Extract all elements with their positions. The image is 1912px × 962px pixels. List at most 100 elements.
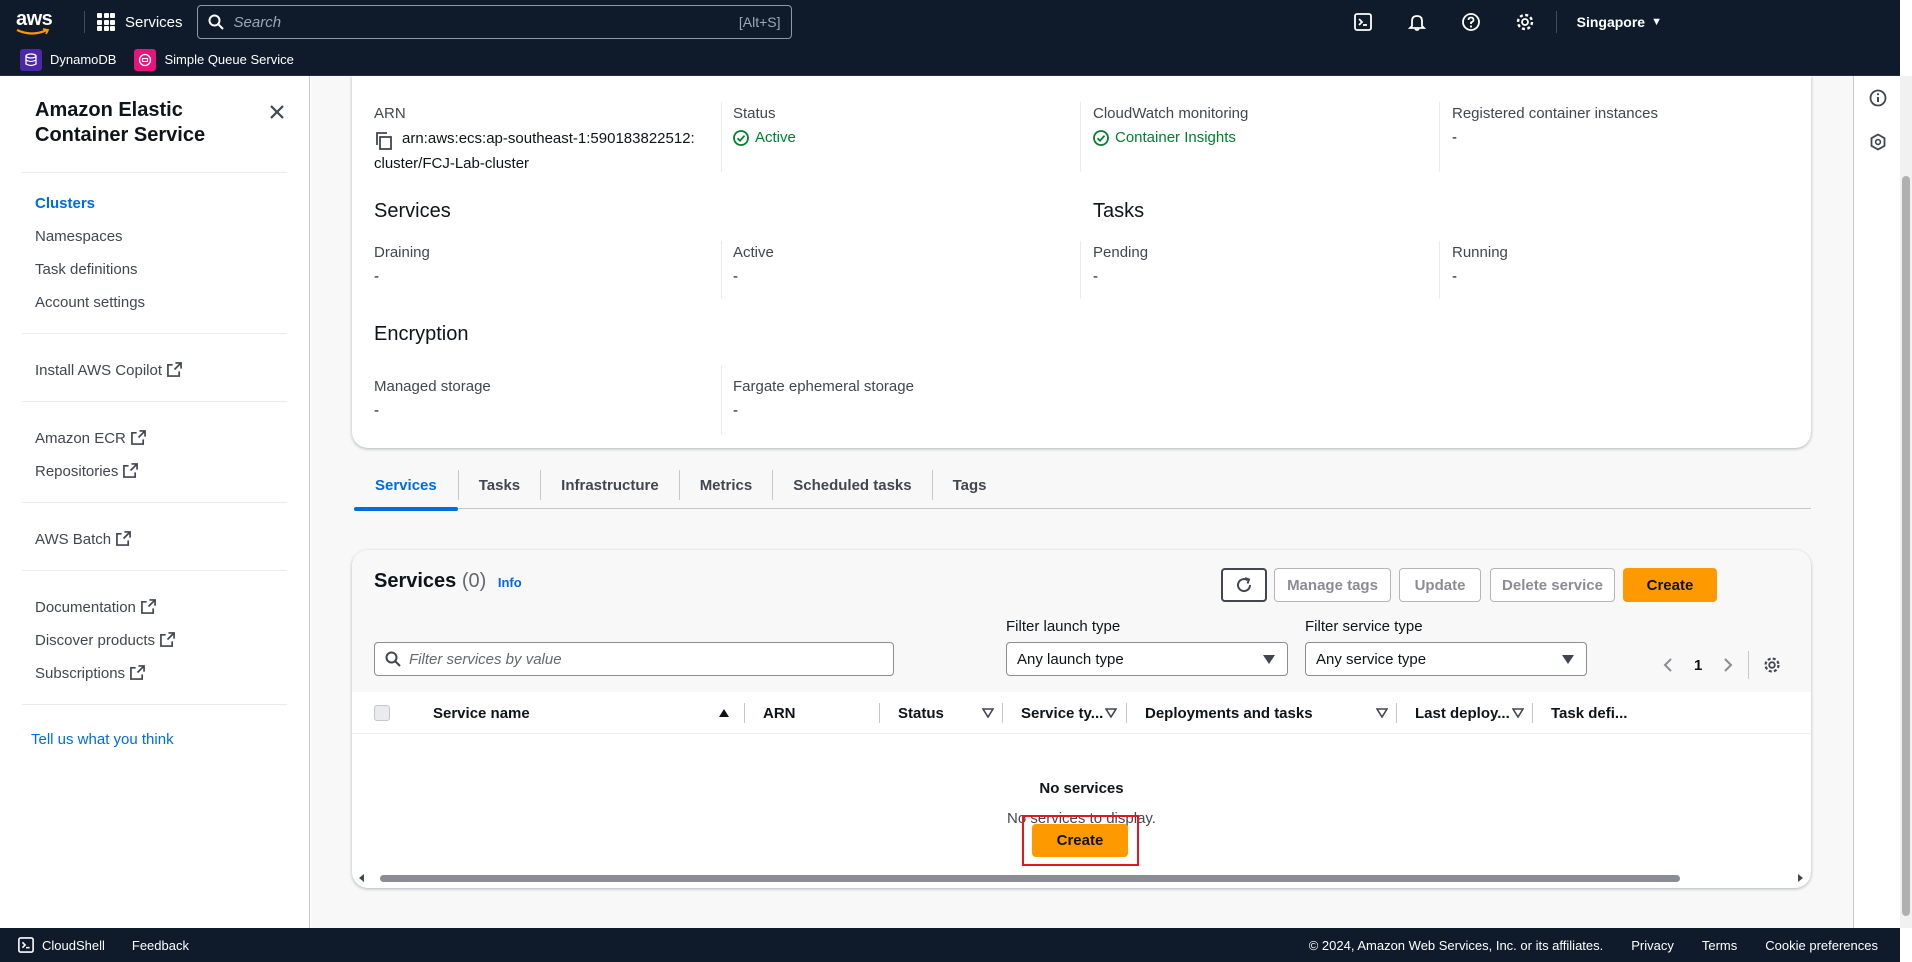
footer-cloudshell-button[interactable]: CloudShell xyxy=(18,937,105,953)
footer-terms-link[interactable]: Terms xyxy=(1702,938,1737,953)
sidebar-link-discover-products[interactable]: Discover products xyxy=(0,624,309,657)
settings-button[interactable] xyxy=(1498,0,1552,44)
column-separator xyxy=(879,703,880,723)
sidebar-item-clusters[interactable]: Clusters xyxy=(0,187,309,220)
sidebar-item-namespaces[interactable]: Namespaces xyxy=(0,220,309,253)
sidebar-item-account-settings[interactable]: Account settings xyxy=(0,286,309,319)
scroll-right-arrow-icon[interactable] xyxy=(1796,873,1804,883)
column-header-service-name[interactable]: Service name xyxy=(433,692,530,734)
help-button[interactable] xyxy=(1444,0,1498,44)
sort-icon[interactable] xyxy=(1105,708,1117,718)
arn-label: ARN xyxy=(374,105,406,122)
service-type-value: Any service type xyxy=(1316,650,1427,668)
footer-cookie-preferences-link[interactable]: Cookie preferences xyxy=(1765,938,1878,953)
chevron-right-icon[interactable] xyxy=(1722,657,1734,673)
launch-type-select[interactable]: Any launch type xyxy=(1006,642,1288,676)
console-footer: CloudShell Feedback © 2024, Amazon Web S… xyxy=(0,928,1900,962)
sort-icon[interactable] xyxy=(1376,708,1388,718)
tasks-section-title: Tasks xyxy=(1093,200,1145,222)
tab-services[interactable]: Services xyxy=(354,461,458,511)
close-icon[interactable] xyxy=(265,100,289,124)
draining-field: Draining - xyxy=(374,244,430,285)
copyright-text: © 2024, Amazon Web Services, Inc. or its… xyxy=(1308,937,1604,953)
services-grid-icon xyxy=(97,13,115,31)
cloudshell-button[interactable] xyxy=(1336,0,1390,44)
sqs-icon xyxy=(134,48,157,71)
copy-icon[interactable] xyxy=(374,131,394,151)
pager-divider xyxy=(1748,651,1750,679)
sort-icon[interactable] xyxy=(982,708,994,718)
horizontal-scrollbar[interactable] xyxy=(358,872,1804,884)
info-panel-button[interactable] xyxy=(1854,76,1901,120)
footer-feedback-link[interactable]: Feedback xyxy=(132,938,189,953)
global-search[interactable]: [Alt+S] xyxy=(196,5,792,39)
footer-privacy-link[interactable]: Privacy xyxy=(1631,938,1674,953)
manage-tags-button[interactable]: Manage tags xyxy=(1274,568,1391,602)
column-separator xyxy=(1002,703,1003,723)
column-header-task-definition[interactable]: Task defi... xyxy=(1551,692,1627,734)
pending-value: - xyxy=(1093,268,1098,285)
column-header-arn[interactable]: ARN xyxy=(763,692,796,734)
update-button[interactable]: Update xyxy=(1399,568,1481,602)
column-divider xyxy=(721,365,722,435)
filter-services-field[interactable] xyxy=(374,642,894,676)
sort-ascending-icon[interactable] xyxy=(718,708,730,718)
encryption-section-title: Encryption xyxy=(374,323,469,345)
footer-cloudshell-label: CloudShell xyxy=(42,937,105,953)
page-vertical-scrollbar[interactable] xyxy=(1900,76,1912,928)
active-value: - xyxy=(733,268,738,285)
scrollbar-thumb[interactable] xyxy=(380,875,1680,882)
fargate-storage-label: Fargate ephemeral storage xyxy=(733,378,914,395)
pending-label: Pending xyxy=(1093,244,1149,261)
tab-tags[interactable]: Tags xyxy=(933,461,1007,509)
page-number[interactable]: 1 xyxy=(1694,657,1702,674)
create-service-button[interactable]: Create xyxy=(1623,568,1717,602)
column-label: Task defi... xyxy=(1551,704,1628,722)
column-header-deployments[interactable]: Deployments and tasks xyxy=(1145,692,1313,734)
external-link-icon xyxy=(116,531,132,546)
column-header-status[interactable]: Status xyxy=(898,692,944,734)
delete-service-button[interactable]: Delete service xyxy=(1490,568,1615,602)
scroll-left-arrow-icon[interactable] xyxy=(358,873,366,883)
side-nav-primary: Clusters Namespaces Task definitions Acc… xyxy=(0,173,309,319)
sidebar-link-install-copilot[interactable]: Install AWS Copilot xyxy=(0,354,309,387)
caret-down-icon xyxy=(1562,654,1574,664)
sidebar-link-repositories[interactable]: Repositories xyxy=(0,455,309,488)
external-link-icon xyxy=(167,362,182,377)
sidebar-link-aws-batch[interactable]: AWS Batch xyxy=(0,523,309,556)
sidebar-item-task-definitions[interactable]: Task definitions xyxy=(0,253,309,286)
search-input[interactable] xyxy=(233,13,739,31)
tell-us-what-you-think-link[interactable]: Tell us what you think xyxy=(0,731,174,748)
notifications-button[interactable] xyxy=(1390,0,1444,44)
running-field: Running - xyxy=(1452,244,1508,285)
aws-logo[interactable]: aws xyxy=(16,0,72,44)
service-type-select[interactable]: Any service type xyxy=(1305,642,1587,676)
region-selector[interactable]: Singapore ▼ xyxy=(1555,11,1680,33)
region-label: Singapore xyxy=(1576,14,1646,30)
resources-panel-button[interactable] xyxy=(1854,120,1901,164)
info-link[interactable]: Info xyxy=(498,575,522,590)
page-scrollbar-thumb[interactable] xyxy=(1902,176,1910,916)
tab-tasks[interactable]: Tasks xyxy=(459,461,540,509)
chevron-left-icon[interactable] xyxy=(1662,657,1674,673)
select-all-checkbox[interactable] xyxy=(374,705,390,721)
sort-icon[interactable] xyxy=(1512,708,1524,718)
services-menu-button[interactable]: Services xyxy=(97,13,183,31)
sidebar-link-amazon-ecr[interactable]: Amazon ECR xyxy=(0,422,309,455)
column-header-service-type[interactable]: Service ty... xyxy=(1021,692,1103,734)
column-separator xyxy=(1532,703,1533,723)
empty-state-create-button[interactable]: Create xyxy=(1032,824,1128,857)
filter-services-input[interactable] xyxy=(409,650,893,668)
sidebar-link-subscriptions[interactable]: Subscriptions xyxy=(0,657,309,690)
link-label: AWS Batch xyxy=(35,531,112,548)
favorite-sqs[interactable]: Simple Queue Service xyxy=(134,48,294,71)
favorite-dynamodb[interactable]: DynamoDB xyxy=(20,48,116,71)
table-preferences-gear-icon[interactable] xyxy=(1763,656,1781,674)
tab-metrics[interactable]: Metrics xyxy=(680,461,773,509)
sidebar-link-documentation[interactable]: Documentation xyxy=(0,591,309,624)
tab-infrastructure[interactable]: Infrastructure xyxy=(541,461,679,509)
refresh-button[interactable] xyxy=(1221,568,1267,602)
tab-scheduled-tasks[interactable]: Scheduled tasks xyxy=(773,461,931,509)
column-header-last-deployment[interactable]: Last deploy... xyxy=(1415,692,1510,734)
draining-value: - xyxy=(374,268,379,285)
